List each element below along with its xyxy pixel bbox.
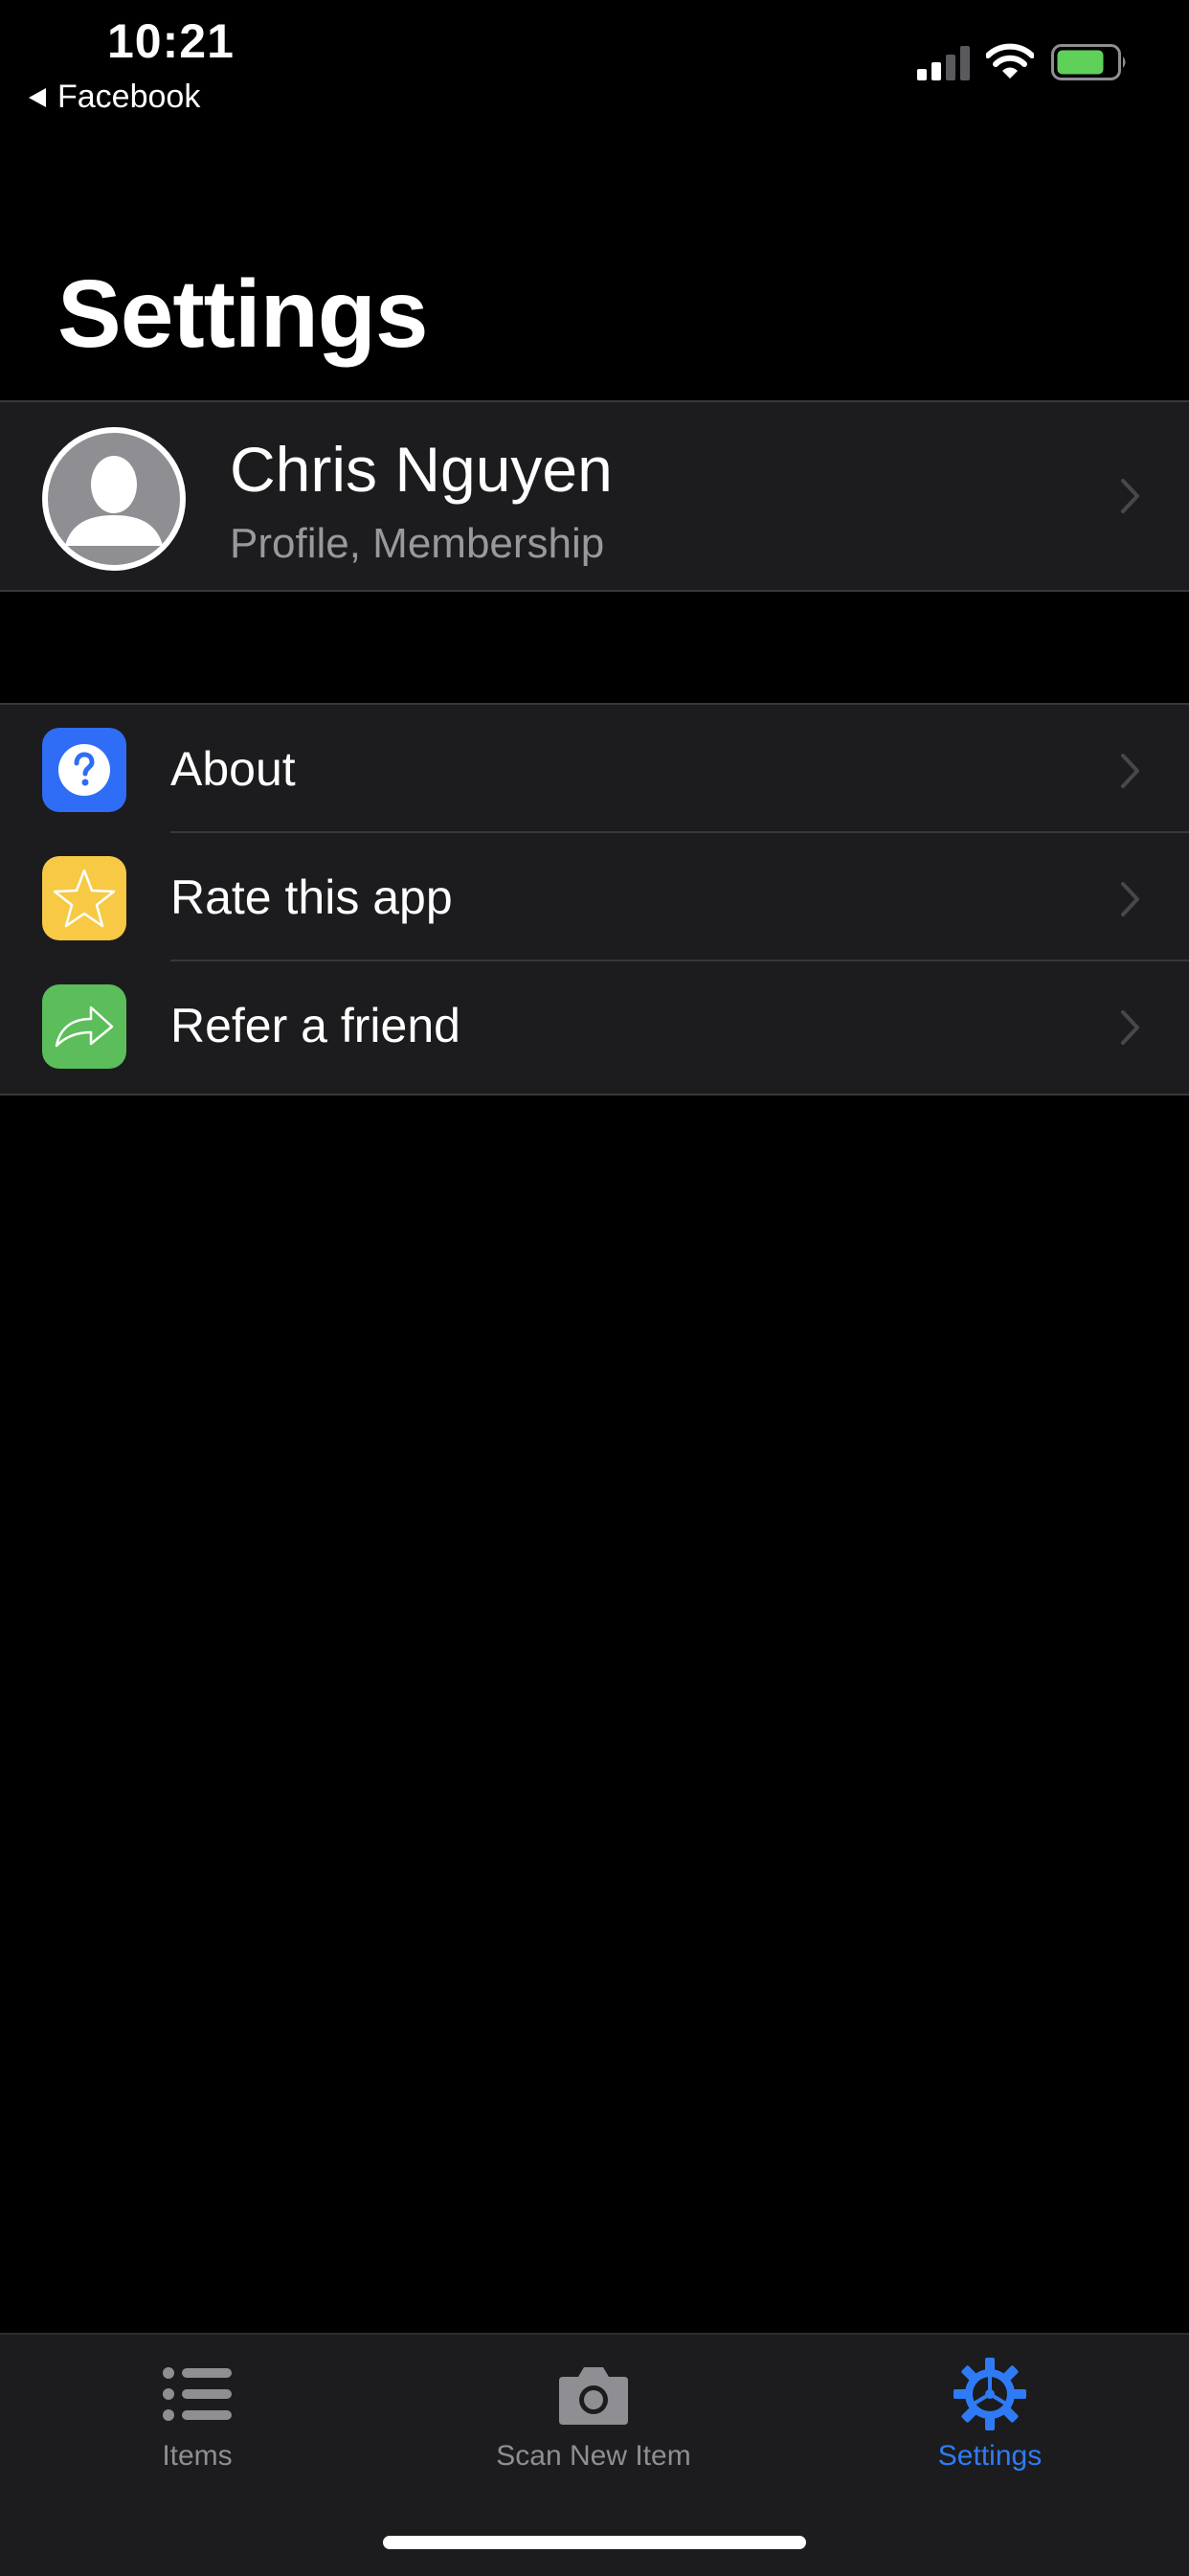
profile-subtitle: Profile, Membership	[230, 520, 605, 567]
menu-item-rate-app[interactable]: Rate this app	[0, 833, 1189, 961]
tab-label: Scan New Item	[496, 2440, 691, 2472]
question-icon	[58, 744, 110, 796]
menu-item-refer-friend[interactable]: Refer a friend	[0, 961, 1189, 1090]
menu-item-label: About	[170, 742, 296, 796]
avatar	[42, 427, 186, 571]
back-arrow-icon	[29, 87, 46, 107]
settings-menu: About Rate this app Refer a friend	[0, 703, 1189, 1096]
chevron-right-icon	[1121, 754, 1139, 788]
gear-icon	[953, 2358, 1026, 2430]
chevron-right-icon	[1121, 479, 1139, 513]
star-icon	[53, 869, 116, 928]
cellular-signal-icon	[917, 46, 970, 80]
tab-label: Settings	[937, 2440, 1043, 2472]
menu-item-about[interactable]: About	[0, 705, 1189, 833]
share-arrow-icon	[55, 1006, 114, 1048]
tab-label: Items	[162, 2440, 233, 2472]
tab-settings[interactable]: Settings	[846, 2356, 1133, 2499]
wifi-icon	[986, 43, 1034, 79]
status-time: 10:21	[107, 14, 235, 68]
chevron-right-icon	[1121, 882, 1139, 916]
tab-items[interactable]: Items	[54, 2356, 341, 2499]
refer-icon-tile	[42, 984, 126, 1069]
page-title: Settings	[57, 260, 428, 368]
battery-icon	[1051, 44, 1126, 80]
chevron-right-icon	[1121, 1010, 1139, 1045]
menu-item-label: Rate this app	[170, 870, 453, 924]
status-bar: 10:21 Facebook	[0, 0, 1189, 124]
back-to-app-button[interactable]: Facebook	[29, 79, 200, 116]
home-indicator[interactable]	[383, 2536, 806, 2549]
camera-icon	[559, 2367, 628, 2425]
menu-item-label: Refer a friend	[170, 999, 460, 1052]
list-icon	[163, 2367, 232, 2421]
back-app-label: Facebook	[57, 79, 201, 115]
rate-icon-tile	[42, 856, 126, 940]
person-silhouette-icon	[48, 433, 180, 565]
about-icon-tile	[42, 728, 126, 812]
tab-scan-new-item[interactable]: Scan New Item	[450, 2356, 737, 2499]
profile-row[interactable]: Chris Nguyen Profile, Membership	[0, 400, 1189, 592]
profile-name: Chris Nguyen	[230, 434, 613, 505]
